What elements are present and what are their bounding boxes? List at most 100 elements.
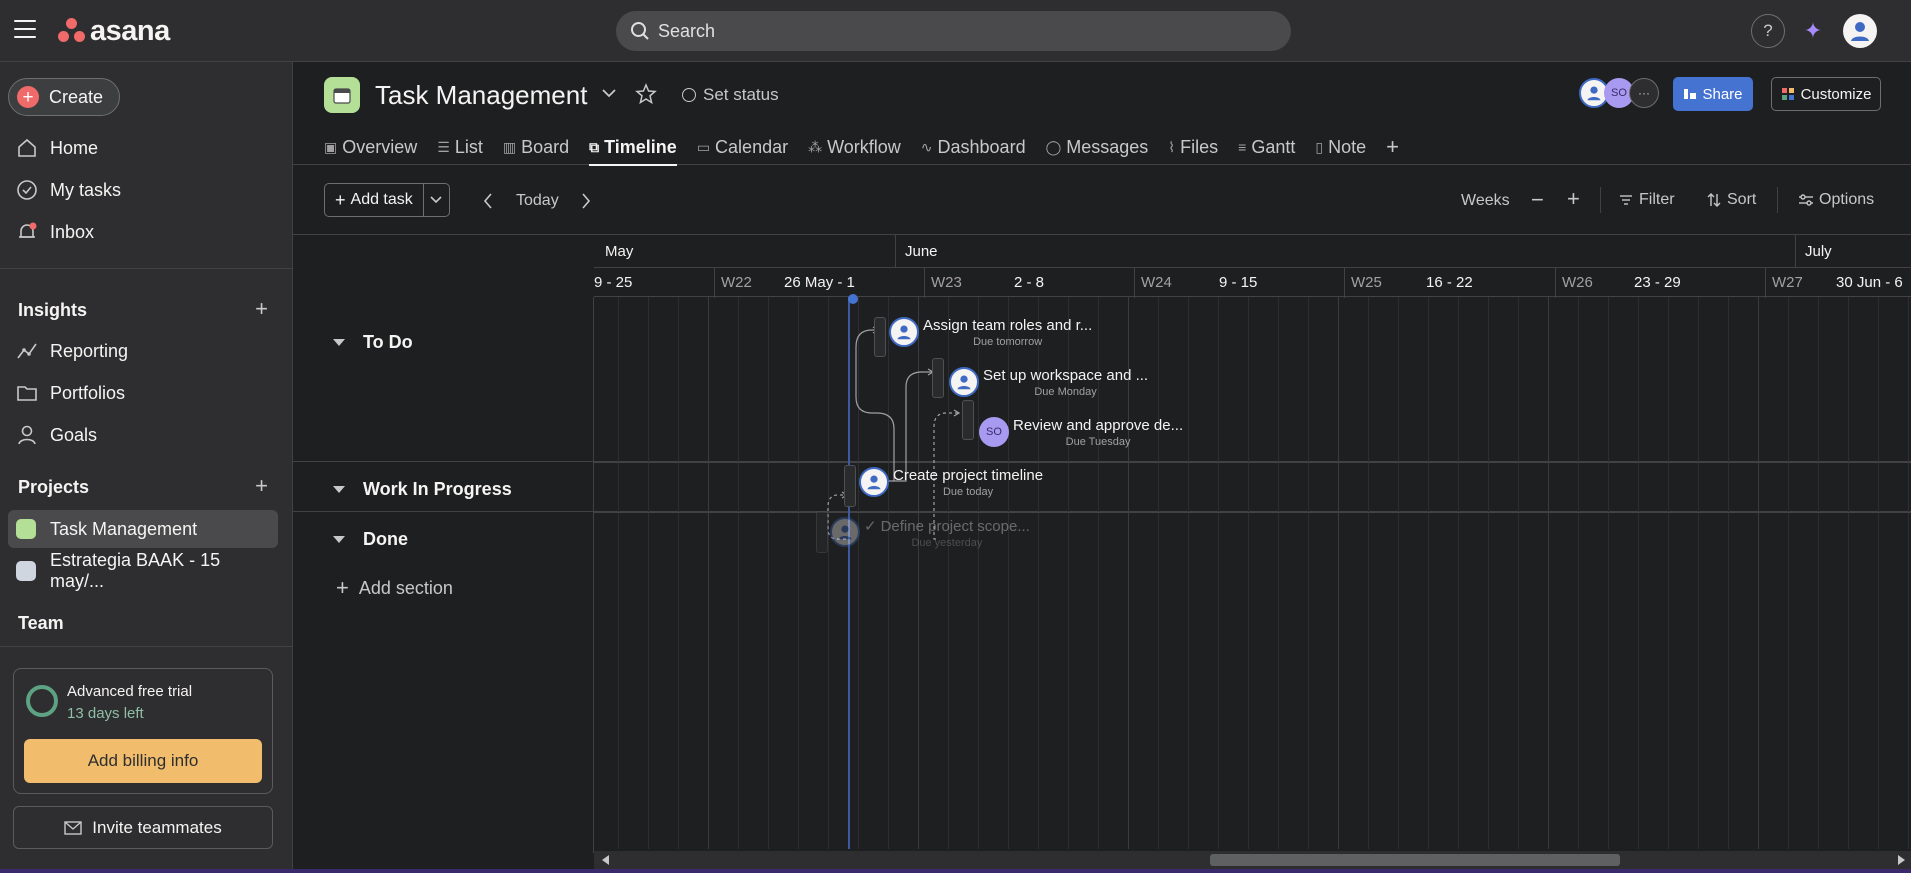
search-bar[interactable]: Search — [616, 11, 1291, 51]
tab-files[interactable]: ⌇ Files — [1168, 130, 1218, 164]
add-task-main[interactable]: + Add task — [325, 184, 423, 216]
tab-messages[interactable]: ◯ Messages — [1046, 130, 1149, 164]
scroll-right-arrow[interactable] — [1898, 855, 1905, 865]
assignee-avatar[interactable] — [889, 317, 919, 347]
scroll-left-arrow[interactable] — [602, 855, 609, 865]
create-button[interactable]: + Create — [8, 78, 121, 116]
sort-button[interactable]: Sort — [1707, 191, 1756, 209]
add-task-dropdown[interactable] — [422, 184, 449, 216]
project-title[interactable]: Task Management — [375, 80, 587, 111]
task-bar[interactable] — [962, 400, 974, 440]
assignee-avatar[interactable] — [830, 517, 860, 547]
timeline-grid[interactable]: Assign team roles and r... Due tomorrow S… — [594, 297, 1911, 849]
zoom-level[interactable]: Weeks — [1461, 192, 1510, 210]
set-status-button[interactable]: Set status — [682, 85, 779, 105]
section-title[interactable]: Work In Progress — [363, 479, 512, 500]
today-button[interactable]: Today — [516, 192, 559, 210]
logo-text: asana — [90, 14, 170, 47]
customize-button[interactable]: Customize — [1771, 77, 1881, 111]
caret-down-icon[interactable] — [333, 536, 345, 543]
chevron-left-icon[interactable] — [483, 193, 493, 209]
sidebar-item-inbox[interactable]: Inbox — [8, 213, 278, 251]
help-button[interactable]: ? — [1751, 14, 1785, 48]
menu-icon[interactable] — [14, 20, 36, 40]
timeline-header: May June July 9 - 25 W22 26 May - 1 W23 … — [594, 235, 1911, 298]
tab-list[interactable]: ☰ List — [437, 130, 483, 164]
task-bar[interactable] — [844, 465, 856, 507]
calendar-icon[interactable] — [324, 77, 360, 113]
tab-label: List — [454, 136, 483, 157]
sidebar-item-estrategia-baak[interactable]: Estrategia BAAK - 15 may/... — [8, 550, 278, 591]
assignee-avatar[interactable] — [949, 367, 979, 397]
filter-label: Filter — [1639, 191, 1675, 208]
month-label: June — [905, 243, 938, 260]
month-divider — [1795, 235, 1796, 267]
add-billing-button[interactable]: Add billing info — [24, 739, 262, 783]
invite-teammates-button[interactable]: Invite teammates — [13, 806, 273, 849]
assignee-avatar-so[interactable]: SO — [979, 417, 1009, 447]
reporting-icon — [17, 343, 37, 359]
horizontal-scrollbar[interactable] — [594, 851, 1911, 869]
tab-overview[interactable]: ▣ Overview — [324, 130, 417, 164]
chevron-right-icon[interactable] — [581, 193, 591, 209]
sidebar: + Create Home My tasks Inbox Insights + … — [0, 62, 293, 873]
filter-button[interactable]: Filter — [1619, 191, 1675, 209]
sidebar-item-goals[interactable]: Goals — [8, 416, 278, 454]
week-range: 16 - 22 — [1426, 274, 1473, 291]
insights-heading[interactable]: Insights — [18, 300, 87, 321]
chevron-down-icon[interactable] — [601, 87, 617, 99]
tab-workflow[interactable]: ⁂ Workflow — [808, 130, 901, 164]
sidebar-item-label: Goals — [50, 424, 98, 445]
zoom-in-button[interactable]: + — [1567, 186, 1580, 212]
sidebar-item-portfolios[interactable]: Portfolios — [8, 374, 278, 412]
caret-down-icon[interactable] — [333, 486, 345, 493]
sidebar-item-reporting[interactable]: Reporting — [8, 332, 278, 370]
caret-down-icon[interactable] — [333, 339, 345, 346]
task-item-completed[interactable]: ✓ Define project scope... Due yesterday — [830, 517, 1030, 549]
user-avatar[interactable] — [1843, 14, 1877, 48]
zoom-out-button[interactable]: − — [1531, 187, 1544, 213]
task-item[interactable]: Set up workspace and ... Due Monday — [949, 367, 1148, 398]
task-bar[interactable] — [932, 358, 944, 398]
section-title[interactable]: To Do — [363, 332, 413, 353]
invite-label: Invite teammates — [92, 817, 222, 837]
assignee-avatar[interactable] — [859, 467, 889, 497]
star-icon[interactable] — [635, 83, 657, 105]
logo-dots-icon — [58, 18, 86, 44]
add-project-button[interactable]: + — [255, 473, 268, 499]
tab-note[interactable]: ▯ Note — [1315, 130, 1366, 164]
week-range: 30 Jun - 6 — [1836, 274, 1903, 291]
add-task-button[interactable]: + Add task — [324, 183, 450, 217]
task-item[interactable]: SO Review and approve de... Due Tuesday — [979, 417, 1183, 448]
tab-gantt[interactable]: ≡ Gantt — [1238, 130, 1295, 164]
task-bar[interactable] — [816, 511, 828, 553]
task-bar[interactable] — [874, 317, 886, 357]
tab-dashboard[interactable]: ∿ Dashboard — [921, 130, 1026, 164]
task-item[interactable]: Assign team roles and r... Due tomorrow — [889, 317, 1092, 348]
projects-heading[interactable]: Projects — [18, 477, 89, 498]
asana-logo[interactable]: asana — [58, 14, 170, 48]
ai-sparkle-icon[interactable]: ✦ — [1796, 14, 1830, 48]
options-button[interactable]: Options — [1798, 191, 1874, 209]
section-title[interactable]: Done — [363, 529, 408, 550]
toolbar-divider — [1600, 187, 1601, 213]
task-name: Assign team roles and r... — [923, 317, 1093, 334]
add-tab-button[interactable]: + — [1386, 130, 1399, 164]
sidebar-item-task-management[interactable]: Task Management — [8, 510, 278, 548]
task-item[interactable]: Create project timeline Due today — [859, 467, 1043, 498]
tab-calendar[interactable]: ▭ Calendar — [697, 130, 788, 164]
scroll-thumb[interactable] — [1210, 854, 1620, 866]
tab-timeline[interactable]: ⧉ Timeline — [589, 130, 677, 166]
add-section-button[interactable]: + Add section — [336, 575, 453, 601]
month-label: May — [605, 243, 634, 260]
tab-board[interactable]: ▥ Board — [503, 130, 569, 164]
share-button[interactable]: Share — [1673, 77, 1753, 111]
add-insight-button[interactable]: + — [255, 296, 268, 322]
more-members-button[interactable]: ··· — [1629, 78, 1659, 108]
calendar-tab-icon: ▭ — [696, 138, 711, 155]
team-heading[interactable]: Team — [18, 613, 64, 634]
week-number: W26 — [1562, 274, 1593, 291]
sidebar-item-home[interactable]: Home — [8, 129, 278, 167]
trial-card: Advanced free trial 13 days left Add bil… — [13, 668, 273, 794]
sidebar-item-my-tasks[interactable]: My tasks — [8, 171, 278, 209]
